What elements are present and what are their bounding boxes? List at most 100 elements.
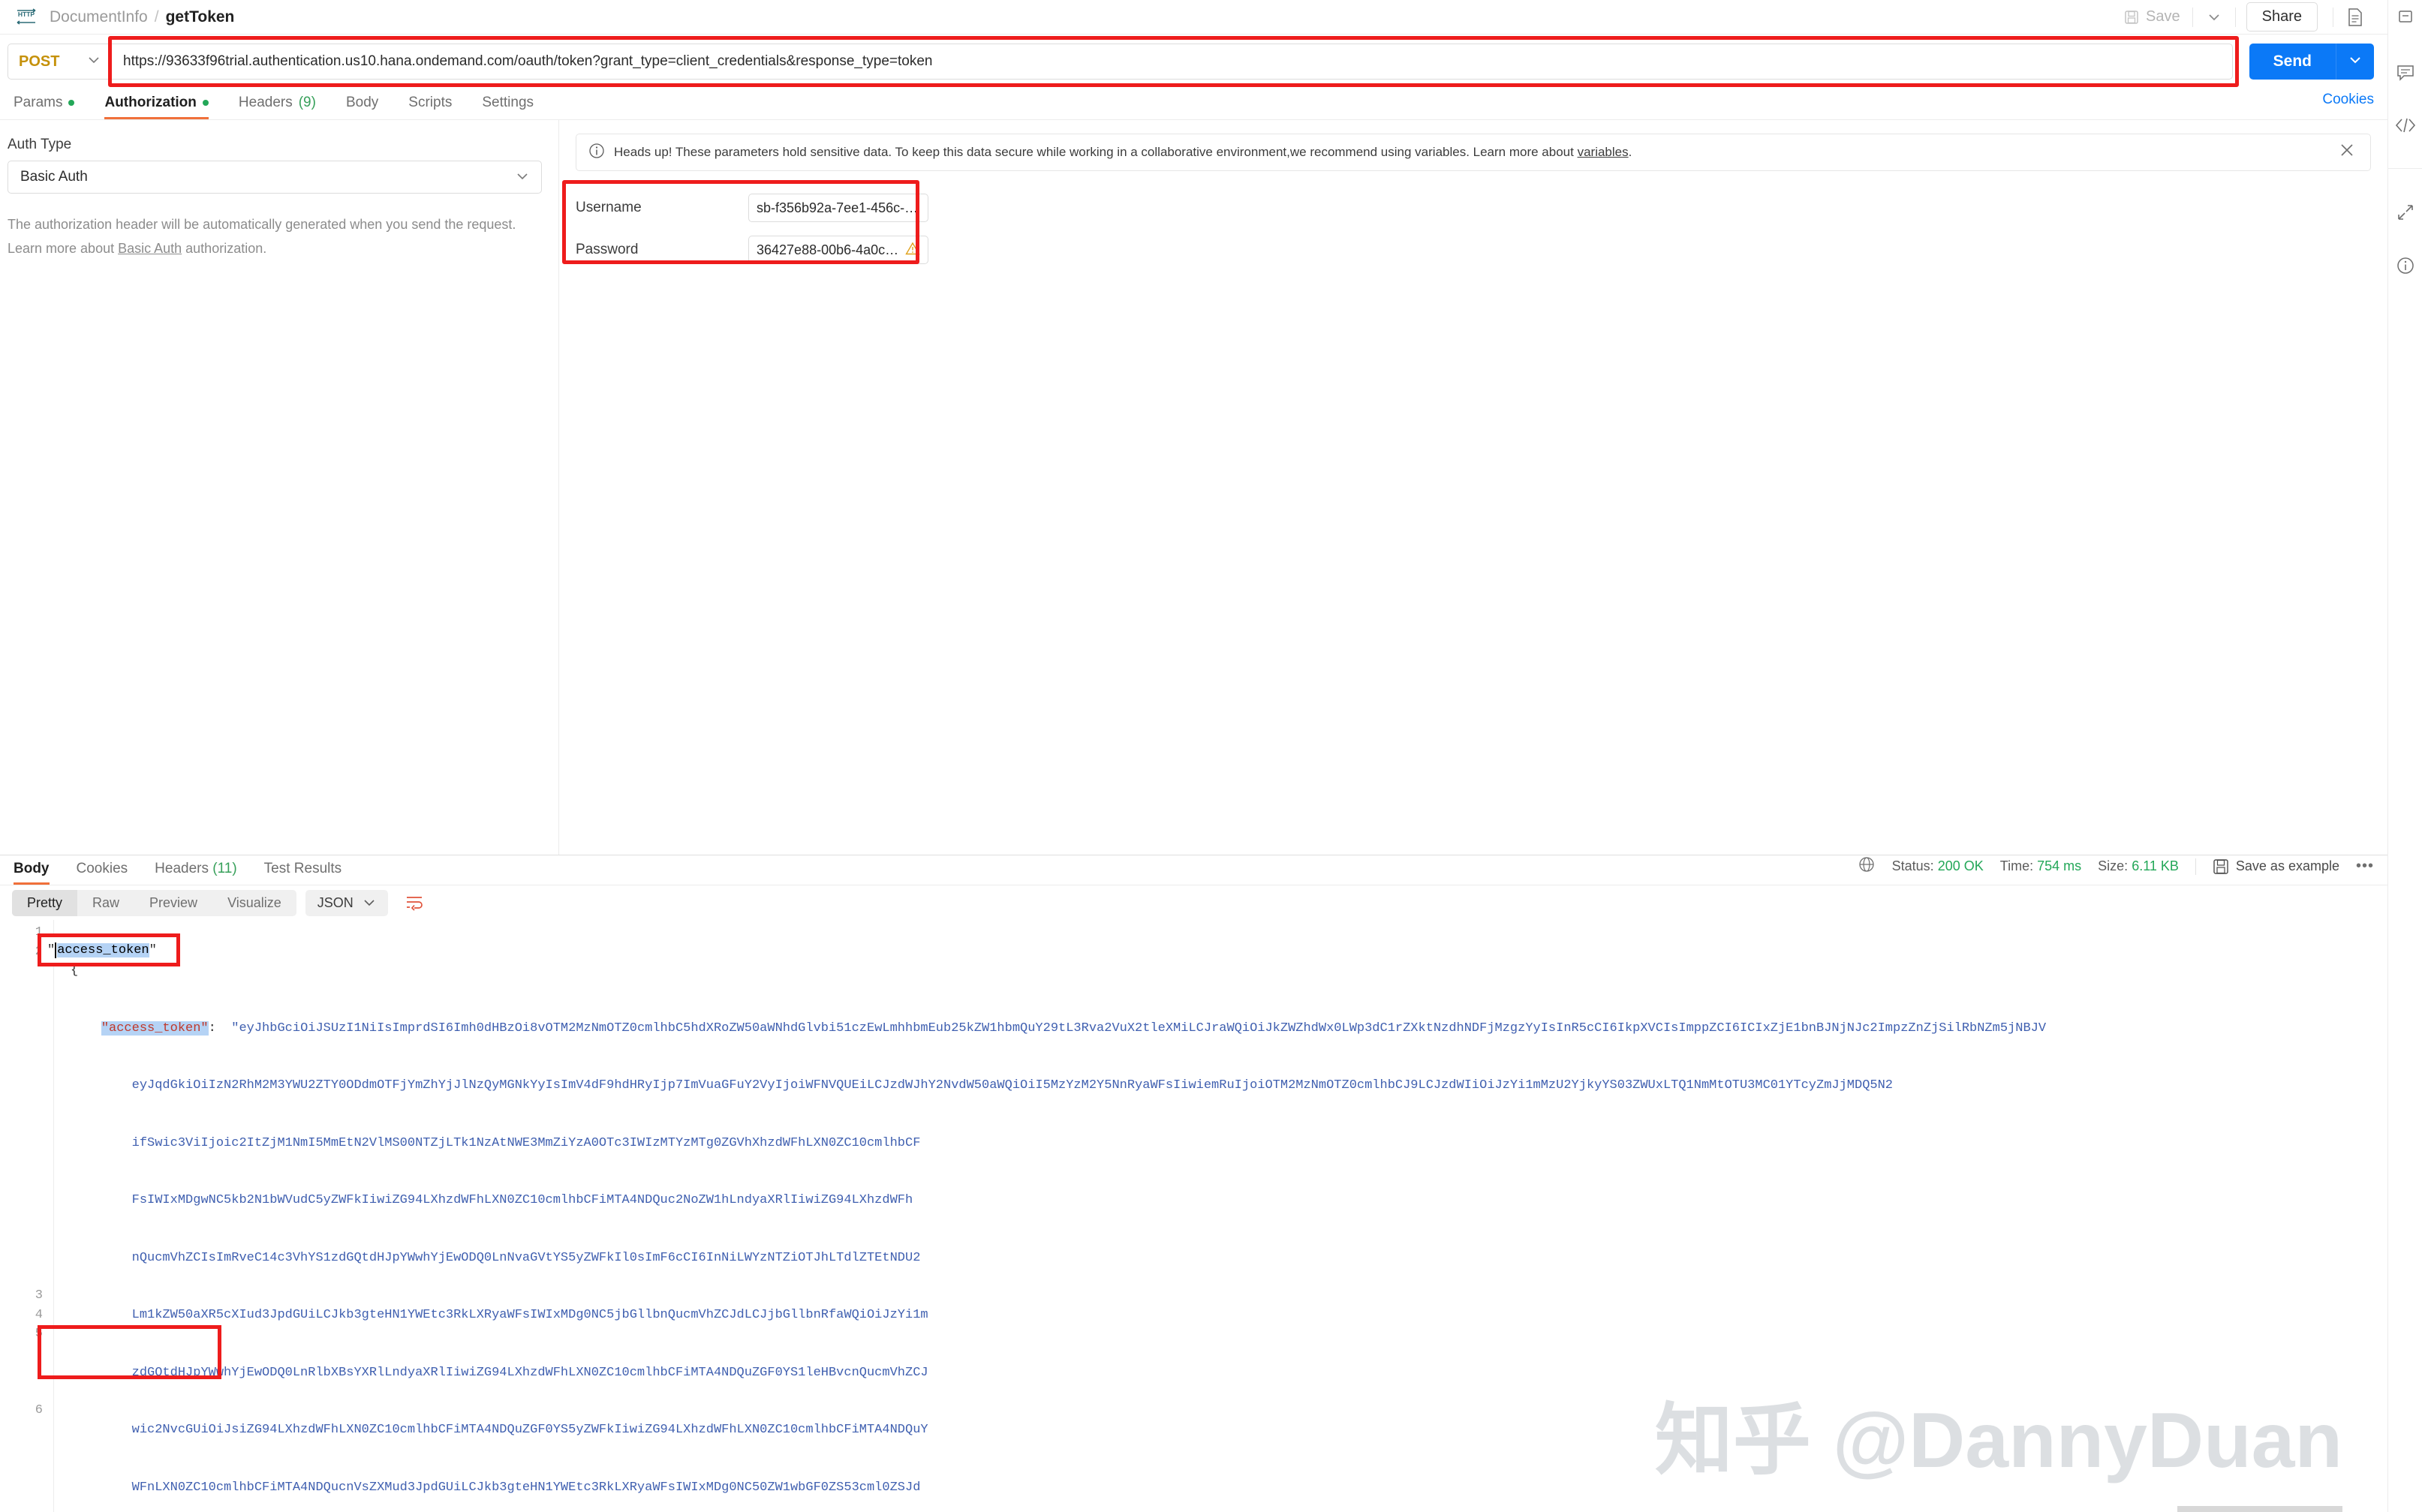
response-tab-body[interactable]: Body (14, 861, 50, 885)
auth-help-suffix: authorization. (182, 240, 267, 256)
response-tab-headers[interactable]: Headers (11) (155, 861, 237, 885)
sidebar-code-icon[interactable] (2395, 117, 2416, 134)
sidebar-expand-icon[interactable] (2396, 203, 2414, 221)
json-token-cont: FsIWIxMDgwNC5kb2N1bWVudC5yZWFkIiwiZG94LX… (71, 1191, 2387, 1210)
password-row: Password 36427e88-00b6-4a0c-a3d2-16c2737… (576, 236, 928, 264)
tab-authorization-label: Authorization (104, 95, 197, 110)
username-input[interactable]: sb-f356b92a-7ee1-456c-9570-5a72fbc049… (748, 194, 928, 222)
access-token-value-8: WFnLXN0ZC10cmlhbCFiMTA4NDQucnVsZXMud3Jpd… (131, 1480, 921, 1495)
line-number-spacer-2 (0, 1344, 43, 1401)
time-value: 754 ms (2037, 858, 2082, 873)
access-token-value-6: zdGQtdHJpYWwhYjEwODQ0LnRlbXBsYXRlLndyaXR… (131, 1365, 928, 1380)
username-row: Username sb-f356b92a-7ee1-456c-9570-5a72… (576, 194, 928, 222)
close-icon[interactable] (2336, 142, 2358, 163)
auth-type-value: Basic Auth (20, 169, 88, 185)
chevron-down-icon (2350, 57, 2360, 64)
status-value: 200 OK (1937, 858, 1984, 873)
response-meta: Status: 200 OK Time: 754 ms Size: 6.11 K… (1858, 855, 2374, 885)
view-mode-segmented-control: Pretty Raw Preview Visualize (12, 889, 296, 916)
save-icon (2213, 858, 2228, 874)
share-button[interactable]: Share (2246, 2, 2318, 32)
access-token-value-2: ifSwic3ViIjoic2ItZjM1NmI5MmEtN2VlMS00NTZ… (131, 1135, 921, 1150)
sidebar-documentation-icon[interactable] (2396, 9, 2414, 29)
json-code-content[interactable]: { "access_token": "eyJhbGciOiJSUzI1NiIsI… (54, 920, 2387, 1512)
warning-icon (905, 242, 920, 259)
response-body-viewer[interactable]: 1 2 3 4 5 6 { "access_token": "eyJhbGciO… (0, 920, 2387, 1512)
document-icon (2348, 8, 2362, 26)
size-label: Size: (2098, 858, 2129, 873)
view-mode-pretty[interactable]: Pretty (12, 889, 78, 916)
breadcrumb-request-name[interactable]: getToken (166, 8, 235, 26)
tab-settings[interactable]: Settings (482, 95, 534, 119)
url-input[interactable]: https://93633f96trial.authentication.us1… (111, 44, 2233, 80)
password-input[interactable]: 36427e88-00b6-4a0c-a3d2-16c2737ed.. (748, 236, 928, 264)
response-format-select[interactable]: JSON (305, 889, 388, 916)
line-number-spacer (0, 961, 43, 1286)
save-button[interactable]: Save (2115, 4, 2189, 30)
meta-divider (2195, 858, 2196, 875)
tab-settings-label: Settings (482, 95, 534, 110)
variables-link[interactable]: variables (1578, 145, 1629, 159)
authorization-panel: Auth Type Basic Auth The authorization h… (0, 120, 2387, 855)
access-token-value-5: Lm1kZW50aXR5cXIud3JpdGUiLCJkb3gteHN1YWEt… (131, 1308, 928, 1322)
header-divider-2 (2234, 7, 2236, 27)
view-mode-preview[interactable]: Preview (134, 890, 212, 916)
view-mode-raw[interactable]: Raw (77, 890, 134, 916)
url-input-wrapper: https://93633f96trial.authentication.us1… (108, 36, 2239, 87)
line-number: 5 (35, 1327, 43, 1341)
response-tabs: Body Cookies Headers (11) Test Results S… (0, 855, 2387, 885)
auth-help-line-2: Learn more about Basic Auth authorizatio… (8, 237, 542, 261)
http-method-selector[interactable]: POST (8, 44, 111, 80)
line-number: 4 (35, 1307, 43, 1322)
response-panel: Body Cookies Headers (11) Test Results S… (0, 855, 2387, 1512)
wrap-lines-button[interactable] (399, 890, 430, 915)
http-method-label: POST (19, 53, 60, 70)
auth-help-prefix: Learn more about (8, 240, 119, 256)
wrap-text-icon (406, 897, 423, 911)
auth-type-column: Auth Type Basic Auth The authorization h… (0, 120, 559, 855)
send-button[interactable]: Send (2249, 44, 2336, 80)
send-options-button[interactable] (2336, 44, 2374, 80)
banner-message-suffix: . (1628, 145, 1632, 159)
response-tab-cookies[interactable]: Cookies (77, 861, 128, 885)
response-more-options-icon[interactable]: ••• (2356, 858, 2374, 875)
username-label: Username (576, 200, 642, 215)
json-token-cont: Lm1kZW50aXR5cXIud3JpdGUiLCJkb3gteHN1YWEt… (71, 1306, 2387, 1325)
sidebar-info-icon[interactable] (2396, 256, 2415, 275)
auth-help-text: The authorization header will be automat… (8, 213, 542, 260)
cookies-link[interactable]: Cookies (2322, 92, 2374, 116)
json-open-brace: { (71, 963, 79, 978)
http-protocol-icon: HTTP (14, 7, 39, 28)
access-token-key: "access_token" (101, 1021, 209, 1036)
tab-headers[interactable]: Headers (9) (239, 95, 316, 119)
response-viewer-toolbar: Pretty Raw Preview Visualize JSON (0, 885, 2387, 920)
tab-scripts[interactable]: Scripts (408, 95, 452, 119)
access-token-value-1: eyJqdGkiOiIzN2RhM2M3YWU2ZTY0ODdmOTFjYmZh… (131, 1078, 1894, 1093)
view-mode-visualize[interactable]: Visualize (212, 890, 296, 916)
status-label: Status: (1891, 858, 1934, 873)
access-token-value-3: FsIWIxMDgwNC5kb2N1bWVudC5yZWFkIiwiZG94LX… (131, 1193, 913, 1207)
breadcrumb-collection[interactable]: DocumentInfo (50, 8, 148, 26)
response-tab-test-results[interactable]: Test Results (264, 861, 341, 885)
main-column: HTTP DocumentInfo / getToken Save Share … (0, 0, 2387, 1512)
auth-type-select[interactable]: Basic Auth (8, 161, 542, 194)
size-value: 6.11 KB (2132, 858, 2179, 873)
chevron-down-icon (2209, 14, 2219, 20)
save-as-example-button[interactable]: Save as example (2213, 858, 2339, 875)
tab-authorization[interactable]: Authorization (104, 95, 209, 119)
credentials-group: Username sb-f356b92a-7ee1-456c-9570-5a72… (562, 180, 928, 264)
documentation-button[interactable] (2336, 8, 2374, 27)
globe-icon (1858, 855, 1876, 877)
tab-params[interactable]: Params (14, 95, 75, 119)
basic-auth-link[interactable]: Basic Auth (118, 241, 182, 256)
sidebar-divider (2388, 168, 2422, 169)
authorization-modified-dot-icon (202, 100, 209, 106)
tab-body[interactable]: Body (346, 95, 378, 119)
response-tab-headers-count: (11) (212, 861, 237, 876)
sidebar-comments-icon[interactable] (2396, 63, 2415, 83)
bottom-scroll-indicator[interactable] (2177, 1506, 2342, 1512)
params-modified-dot-icon (68, 100, 75, 106)
size-indicator: Size: 6.11 KB (2098, 858, 2179, 874)
tab-headers-count: (9) (298, 95, 316, 110)
save-options-chevron[interactable] (2196, 8, 2232, 27)
